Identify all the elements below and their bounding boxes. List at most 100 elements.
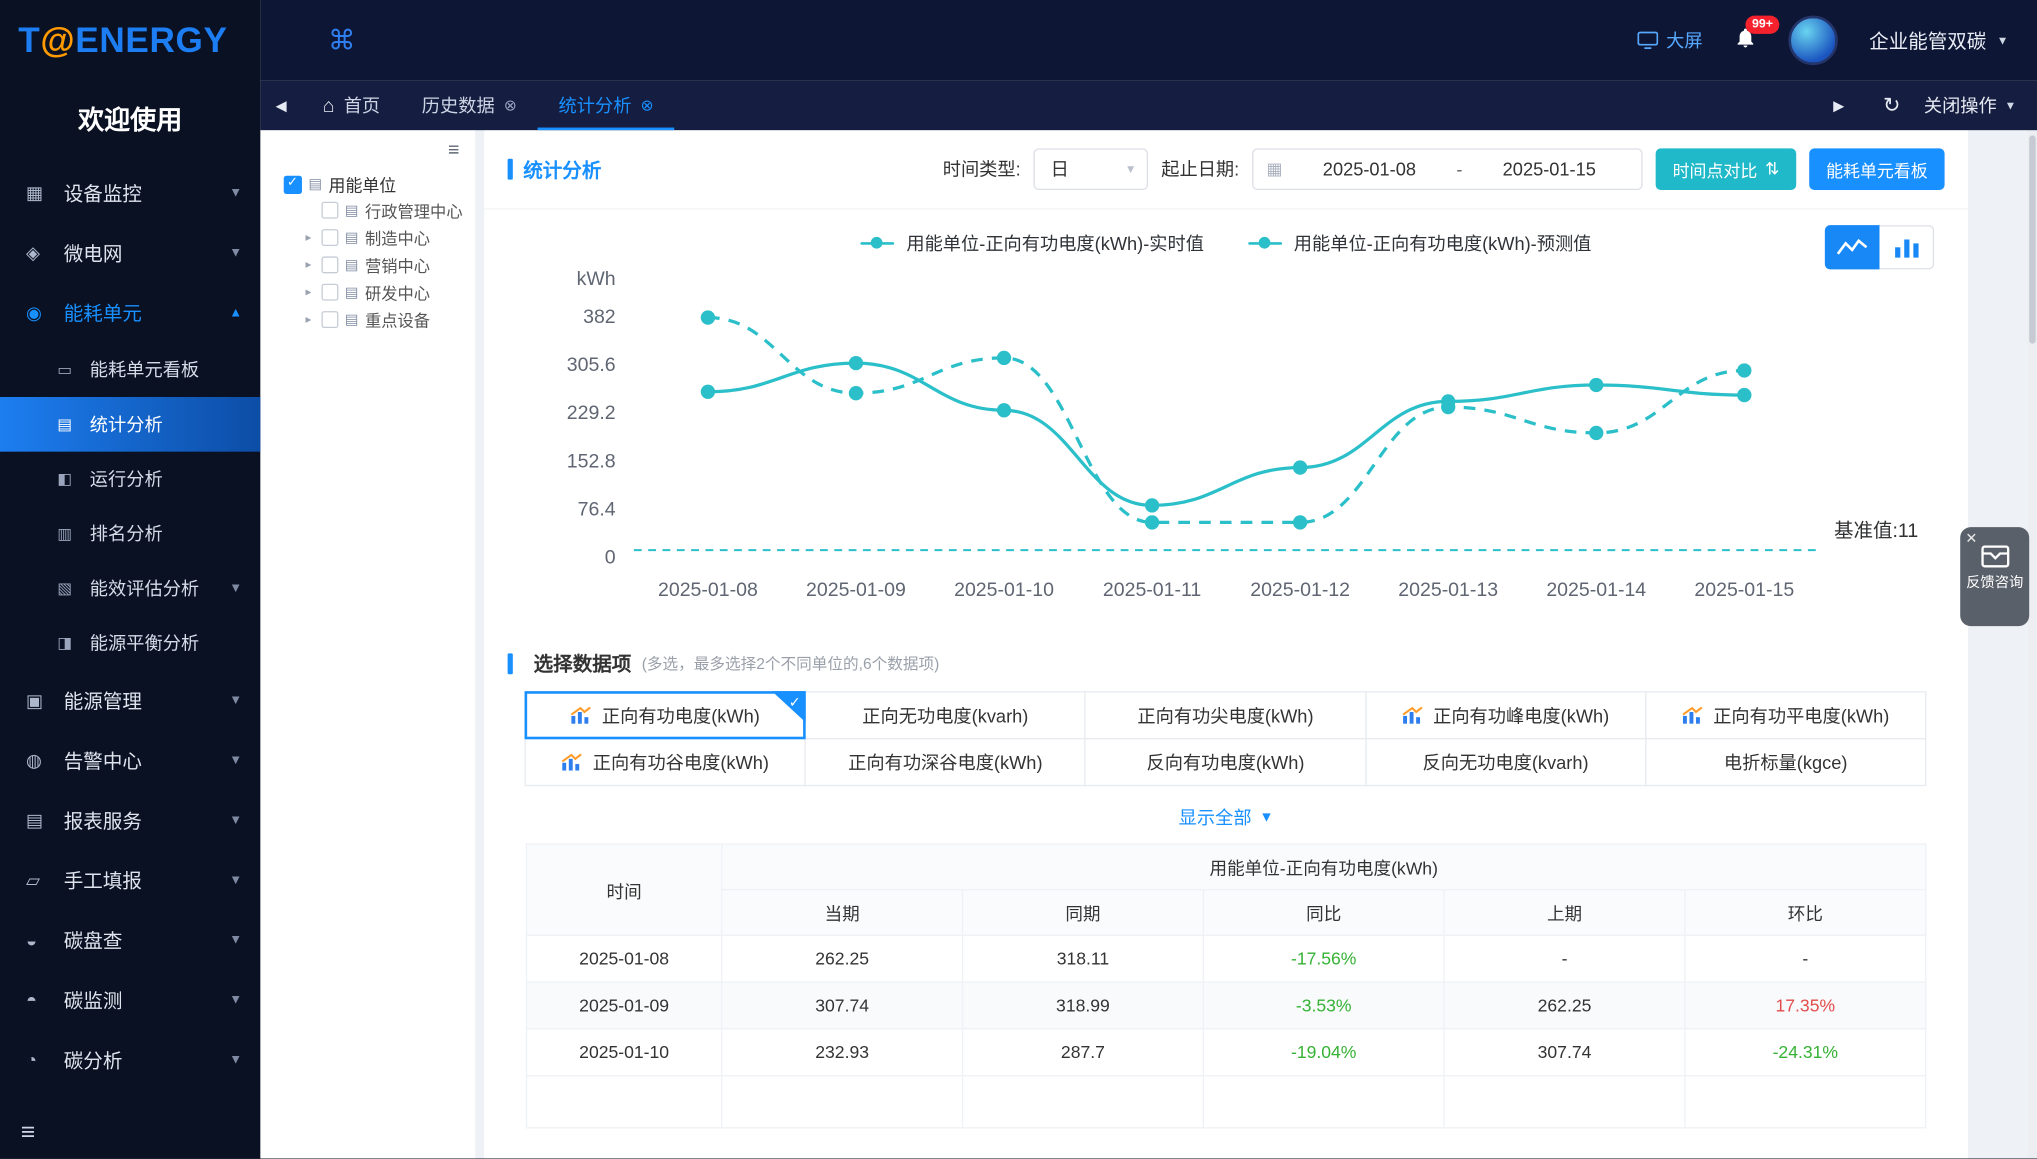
data-item-forward-sharp-energy[interactable]: 正向有功尖电度(kWh)	[1084, 691, 1367, 740]
sidebar-item-energy-balance[interactable]: ◨ 能源平衡分析	[0, 616, 260, 671]
data-item-coal-equivalent[interactable]: 电折标量(kgce)	[1644, 738, 1927, 787]
tabs-forward-arrow[interactable]: ▶	[1818, 97, 1860, 114]
home-icon: ⌂	[322, 94, 335, 117]
cell-date: 2025-01-08	[525, 934, 723, 983]
cell-previous: 262.25	[1443, 981, 1686, 1030]
legend-item-forecast[interactable]: 用能单位-正向有功电度(kWh)-预测值	[1248, 230, 1591, 256]
command-icon[interactable]: ⌘	[328, 24, 355, 57]
cell-date: 2025-01-09	[525, 981, 723, 1030]
sidebar-item-energy-management[interactable]: ▣ 能源管理 ▼	[0, 670, 260, 730]
start-date-input[interactable]: 2025-01-08	[1290, 159, 1448, 180]
time-type-label: 时间类型:	[942, 158, 1021, 180]
sidebar-item-carbon-monitoring[interactable]: ◓ 碳监测 ▼	[0, 970, 260, 1030]
feedback-widget[interactable]: ✕ 反馈咨询	[1960, 527, 2030, 627]
line-chart-toggle-button[interactable]	[1824, 225, 1880, 270]
close-icon[interactable]: ⊗	[504, 96, 517, 114]
sidebar-item-carbon-audit[interactable]: ◒ 碳盘查 ▼	[0, 910, 260, 970]
sidebar-item-energy-unit-board[interactable]: ▭ 能耗单元看板	[0, 342, 260, 397]
statistics-table: 时间 用能单位-正向有功电度(kWh) 当期 同期 同比 上期 环比 2025-…	[525, 843, 1927, 1129]
sidebar-item-report-service[interactable]: ▤ 报表服务 ▼	[0, 790, 260, 850]
date-range-picker[interactable]: ▦ 2025-01-08 - 2025-01-15	[1252, 148, 1643, 191]
data-item-forward-deep-valley-energy[interactable]: 正向有功深谷电度(kWh)	[804, 738, 1087, 787]
feedback-label: 反馈咨询	[1966, 575, 2024, 591]
avatar[interactable]	[1788, 15, 1838, 66]
chart-legend: 用能单位-正向有功电度(kWh)-实时值 用能单位-正向有功电度(kWh)-预测…	[484, 230, 1968, 256]
checkbox-checked[interactable]	[283, 175, 302, 194]
close-icon[interactable]: ⊗	[641, 96, 654, 114]
data-item-reverse-active-energy[interactable]: 反向有功电度(kWh)	[1084, 738, 1367, 787]
bar-chart-toggle-button[interactable]	[1879, 225, 1935, 270]
cell-current: 232.93	[721, 1028, 964, 1077]
cell-mom: -	[1684, 934, 1927, 983]
svg-text:382: 382	[583, 306, 616, 328]
tree-node-marketing-center[interactable]: ▸ ▤ 营销中心	[268, 251, 467, 278]
expand-caret-icon[interactable]: ▸	[302, 285, 315, 299]
data-item-forward-valley-energy[interactable]: 正向有功谷电度(kWh)	[524, 738, 806, 787]
layers-icon: ▤	[344, 230, 359, 247]
cell-yoy: -17.56%	[1202, 934, 1445, 983]
expand-caret-icon[interactable]: ▸	[302, 312, 315, 326]
close-icon[interactable]: ✕	[1965, 530, 1977, 547]
topbar-right: 大屏 99+ 企业能管双碳 ▼	[1637, 14, 2037, 66]
data-item-forward-flat-energy[interactable]: 正向有功平电度(kWh)	[1644, 691, 1927, 740]
show-all-button[interactable]: 显示全部 ▼	[484, 804, 1968, 830]
chevron-down-icon: ▼	[229, 932, 243, 947]
data-item-reverse-reactive-energy[interactable]: 反向无功电度(kvarh)	[1364, 738, 1647, 787]
svg-text:2025-01-12: 2025-01-12	[1250, 579, 1350, 601]
energy-unit-icon: ◉	[26, 301, 42, 323]
scrollbar-track[interactable]	[2027, 130, 2037, 1159]
notification-bell-icon[interactable]: 99+	[1734, 14, 1780, 55]
close-operations-menu[interactable]: 关闭操作 ▼	[1924, 92, 2016, 118]
time-point-compare-button[interactable]: 时间点对比 ⇅	[1655, 148, 1797, 191]
tree-node-admin-center[interactable]: ▤ 行政管理中心	[268, 197, 467, 224]
mini-chart-icon	[1402, 706, 1423, 724]
end-date-input[interactable]: 2025-01-15	[1470, 159, 1628, 180]
chevron-down-icon: ▼	[229, 752, 243, 768]
data-item-forward-peak-energy[interactable]: 正向有功峰电度(kWh)	[1364, 691, 1647, 740]
data-item-forward-reactive-energy[interactable]: 正向无功电度(kvarh)	[804, 691, 1087, 740]
sidebar-item-statistical-analysis[interactable]: ▤ 统计分析	[0, 396, 261, 452]
checkbox-empty[interactable]	[321, 311, 339, 329]
expand-caret-icon[interactable]: ▸	[302, 258, 315, 272]
sidebar-item-microgrid[interactable]: ◈ 微电网 ▼	[0, 223, 260, 283]
sidebar-item-energy-unit[interactable]: ◉ 能耗单元 ▲	[0, 282, 260, 342]
checkbox-empty[interactable]	[321, 256, 339, 274]
sidebar-item-manual-report[interactable]: ▱ 手工填报 ▼	[0, 850, 260, 910]
sidebar-collapse-icon[interactable]: ≡	[21, 1119, 35, 1148]
refresh-icon[interactable]: ↻	[1883, 92, 1900, 118]
org-switcher[interactable]: 企业能管双碳 ▼	[1869, 27, 2008, 54]
checkbox-empty[interactable]	[321, 229, 339, 247]
chevron-down-icon: ▼	[229, 245, 243, 260]
microgrid-icon: ◈	[26, 241, 41, 263]
checkbox-empty[interactable]	[321, 201, 339, 219]
tab-history-data[interactable]: 历史数据 ⊗	[401, 81, 538, 130]
tree-node-manufacturing-center[interactable]: ▸ ▤ 制造中心	[268, 224, 467, 251]
tree-node-root[interactable]: ▤ 用能单位	[268, 172, 467, 197]
page-title: 统计分析	[523, 159, 602, 182]
scrollbar-thumb[interactable]	[2029, 135, 2036, 344]
legend-item-realtime[interactable]: 用能单位-正向有功电度(kWh)-实时值	[860, 230, 1204, 256]
column-header-yoy: 同比	[1202, 888, 1445, 936]
tree-node-rd-center[interactable]: ▸ ▤ 研发中心	[268, 279, 467, 306]
data-item-forward-active-energy[interactable]: 正向有功电度(kWh) ✓	[524, 691, 806, 740]
sidebar-item-device-monitoring[interactable]: ▦ 设备监控 ▼	[0, 163, 260, 223]
sidebar-item-efficiency-evaluation[interactable]: ▧ 能效评估分析 ▼	[0, 561, 260, 616]
svg-text:2025-01-08: 2025-01-08	[658, 579, 758, 601]
svg-text:229.2: 229.2	[567, 402, 616, 424]
sidebar-item-carbon-analysis[interactable]: ◔ 碳分析 ▼	[0, 1030, 260, 1090]
tabs-back-arrow[interactable]: ◀	[260, 97, 302, 114]
time-type-select[interactable]: 日 ▼	[1033, 148, 1149, 191]
tab-home[interactable]: ⌂ 首页	[302, 81, 401, 130]
tree-collapse-icon[interactable]: ≡	[448, 139, 459, 161]
expand-caret-icon[interactable]: ▸	[302, 230, 315, 244]
line-chart[interactable]: 0 76.4 152.8 229.2 305.6 382 kWh 2025-01-08 2025…	[497, 264, 1955, 628]
big-screen-button[interactable]: 大屏	[1637, 27, 1703, 53]
sidebar-item-alarm-center[interactable]: ◍ 告警中心 ▼	[0, 730, 260, 790]
sidebar-item-ranking-analysis[interactable]: ▥ 排名分析	[0, 506, 260, 561]
energy-unit-board-button[interactable]: 能耗单元看板	[1809, 148, 1945, 191]
tab-statistical-analysis[interactable]: 统计分析 ⊗	[537, 81, 675, 131]
checkbox-empty[interactable]	[321, 283, 339, 301]
chart-section: 用能单位-正向有功电度(kWh)-实时值 用能单位-正向有功电度(kWh)-预测…	[484, 210, 1968, 629]
tree-node-key-equipment[interactable]: ▸ ▤ 重点设备	[268, 306, 467, 333]
sidebar-item-operation-analysis[interactable]: ◧ 运行分析	[0, 452, 260, 507]
